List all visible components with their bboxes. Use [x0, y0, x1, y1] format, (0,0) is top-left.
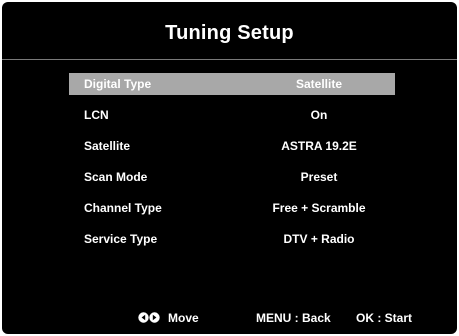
menu-item-value[interactable]: On — [249, 104, 389, 126]
page-title: Tuning Setup — [165, 22, 294, 44]
menu-item-value[interactable]: Preset — [249, 166, 389, 188]
menu-item-digital-type[interactable]: Digital Type Satellite — [69, 73, 395, 95]
menu-item-lcn[interactable]: LCN On — [69, 104, 395, 126]
left-right-arrows-icon — [138, 312, 160, 324]
tuning-setup-screen: Tuning Setup Digital Type Satellite LCN … — [2, 2, 457, 334]
start-hint: OK : Start — [356, 311, 413, 325]
title-divider — [2, 59, 457, 60]
move-hint: Move — [138, 309, 199, 327]
menu-item-value[interactable]: Satellite — [249, 73, 389, 95]
menu-item-label: Digital Type — [84, 77, 152, 91]
back-hint: MENU : Back — [256, 311, 331, 325]
menu-item-service-type[interactable]: Service Type DTV + Radio — [69, 228, 395, 250]
menu-item-value[interactable]: Free + Scramble — [249, 197, 389, 219]
settings-menu: Digital Type Satellite LCN On Satellite … — [69, 73, 395, 259]
menu-item-channel-type[interactable]: Channel Type Free + Scramble — [69, 197, 395, 219]
move-hint-label: Move — [168, 311, 199, 325]
menu-item-scan-mode[interactable]: Scan Mode Preset — [69, 166, 395, 188]
key-hint-bar: Move MENU : Back OK : Start — [2, 309, 457, 327]
menu-item-value[interactable]: DTV + Radio — [249, 228, 389, 250]
left-arrow-button-icon — [138, 312, 149, 324]
menu-item-label: LCN — [84, 108, 109, 122]
right-arrow-button-icon — [149, 312, 160, 324]
menu-item-label: Satellite — [84, 139, 131, 153]
menu-item-label: Scan Mode — [84, 170, 148, 184]
menu-item-satellite[interactable]: Satellite ASTRA 19.2E — [69, 135, 395, 157]
menu-item-label: Service Type — [84, 232, 158, 246]
menu-item-label: Channel Type — [84, 201, 162, 215]
menu-item-value[interactable]: ASTRA 19.2E — [249, 135, 389, 157]
